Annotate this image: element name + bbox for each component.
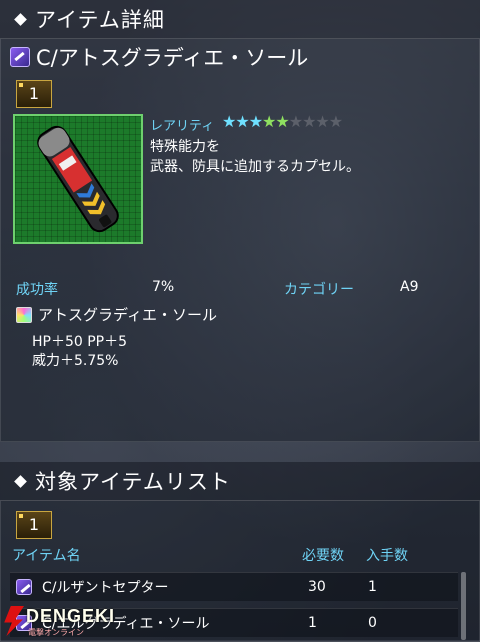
diamond-icon bbox=[14, 12, 27, 26]
list-scrollbar[interactable] bbox=[461, 572, 466, 640]
rarity-stars: ★★★★★★★★★ bbox=[222, 112, 343, 131]
item-name-row: C/アトスグラディエ・ソール bbox=[10, 40, 308, 74]
capsule-icon bbox=[10, 47, 30, 67]
item-detail-title: アイテム詳細 bbox=[35, 8, 165, 32]
item-description: 特殊能力を 武器、防具に追加するカプセル。 bbox=[150, 137, 360, 177]
column-item-name: アイテム名 bbox=[12, 548, 81, 564]
list-item-owned: 1 bbox=[368, 579, 377, 595]
capsule-icon bbox=[16, 579, 32, 595]
dengeki-watermark: DENGEKI 電撃オンライン bbox=[0, 600, 140, 640]
ability-icon bbox=[16, 306, 32, 323]
item-name: C/アトスグラディエ・ソール bbox=[36, 46, 309, 70]
description-line-1: 特殊能力を bbox=[150, 139, 220, 155]
list-item-required: 1 bbox=[308, 615, 317, 631]
success-rate-value: 7% bbox=[152, 279, 175, 295]
list-item-name: C/ルザントセプター bbox=[42, 580, 169, 596]
dengeki-bolt-icon bbox=[4, 606, 24, 636]
ability-row: アトスグラディエ・ソール bbox=[16, 304, 217, 325]
category-value: A9 bbox=[400, 279, 419, 295]
rarity-stars-filled: ★★★★★ bbox=[222, 112, 290, 131]
list-item-owned: 0 bbox=[368, 615, 377, 631]
list-item-required: 30 bbox=[308, 579, 326, 595]
ability-stats-line-1: HP＋50 PP＋5 bbox=[32, 334, 128, 350]
column-owned: 入手数 bbox=[366, 548, 408, 564]
rarity-star: ★ bbox=[248, 112, 263, 131]
target-list-header: 対象アイテムリスト bbox=[0, 462, 480, 501]
item-detail-header: アイテム詳細 bbox=[0, 0, 480, 39]
ability-stats-line-2: 威力＋5.75% bbox=[32, 353, 119, 369]
rarity-star: ★ bbox=[262, 112, 276, 131]
rarity-label: レアリティ bbox=[150, 119, 215, 134]
list-count-badge: 1 bbox=[16, 511, 52, 539]
watermark-text: DENGEKI bbox=[26, 606, 116, 626]
capsule-image-icon bbox=[37, 125, 119, 233]
rarity-stars-empty: ★★★★ bbox=[288, 112, 343, 131]
ability-name: アトスグラディエ・ソール bbox=[38, 306, 217, 324]
target-list-title: 対象アイテムリスト bbox=[35, 470, 231, 494]
count-badge-value: 1 bbox=[28, 84, 40, 103]
category-label: カテゴリー bbox=[284, 282, 354, 298]
watermark-subtext: 電撃オンライン bbox=[28, 628, 84, 637]
diamond-icon bbox=[14, 474, 27, 488]
count-badge: 1 bbox=[16, 80, 52, 108]
rarity-star: ★ bbox=[275, 112, 289, 131]
list-item[interactable]: C/ルザントセプター 30 1 bbox=[10, 572, 458, 601]
item-thumbnail[interactable] bbox=[13, 114, 143, 244]
column-required: 必要数 bbox=[302, 548, 344, 564]
success-rate-label: 成功率 bbox=[16, 282, 58, 298]
rarity-star: ★ bbox=[222, 112, 236, 131]
description-line-2: 武器、防具に追加するカプセル。 bbox=[150, 159, 360, 175]
rarity-star: ★ bbox=[235, 112, 249, 131]
list-count-badge-value: 1 bbox=[28, 515, 40, 534]
